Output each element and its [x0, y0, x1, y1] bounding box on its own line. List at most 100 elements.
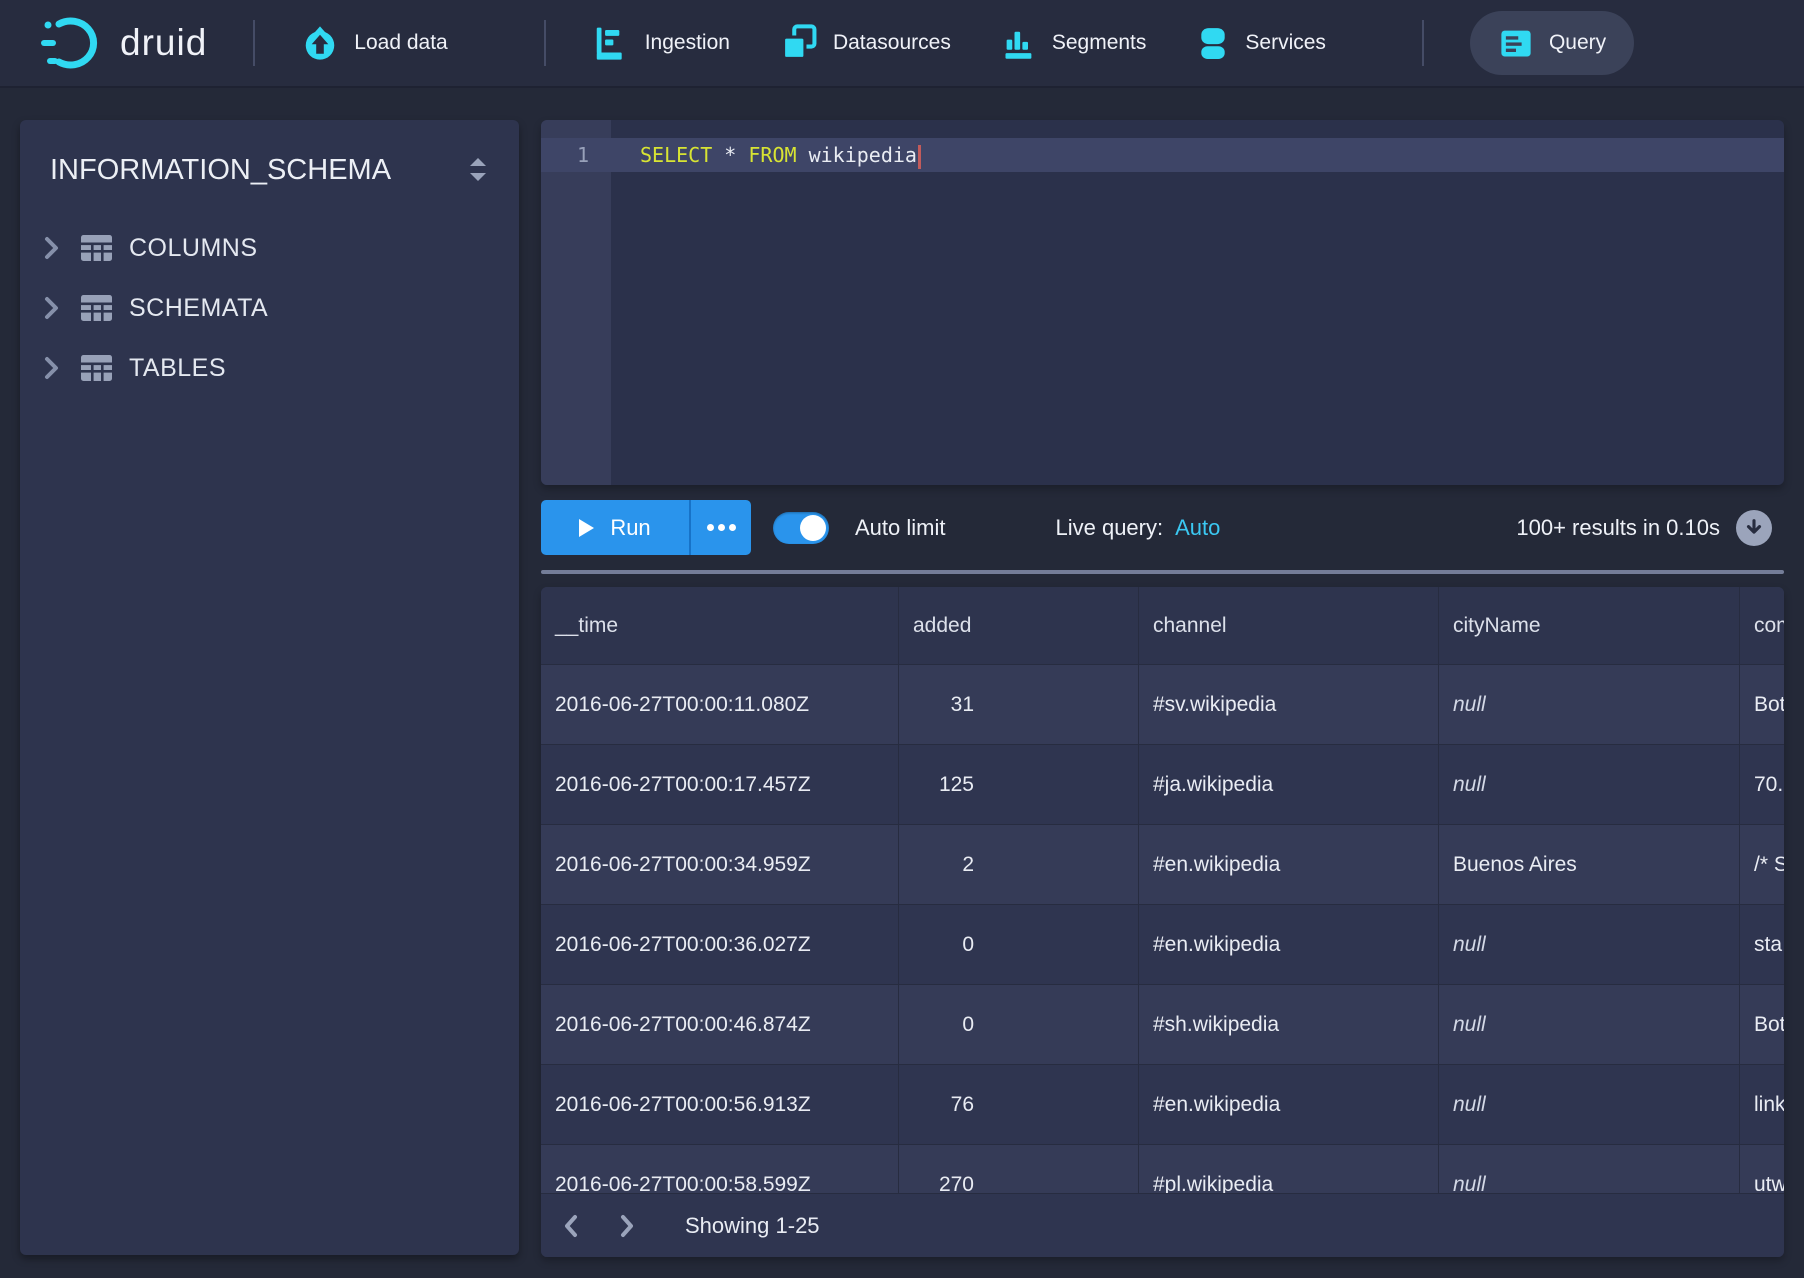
nav-item-datasources[interactable]: Datasources — [780, 24, 951, 62]
cell-cityname: null — [1439, 905, 1740, 984]
sql-star: * — [712, 143, 748, 167]
cell-time: 2016-06-27T00:00:17.457Z — [541, 745, 899, 824]
download-button[interactable] — [1736, 510, 1772, 546]
previous-page-button[interactable] — [561, 1212, 581, 1240]
cell-channel: #en.wikipedia — [1139, 1065, 1439, 1144]
table-body: 2016-06-27T00:00:11.080Z 31 #sv.wikipedi… — [541, 665, 1784, 1225]
sql-text[interactable]: SELECT * FROM wikipedia — [640, 138, 921, 172]
table-row: 2016-06-27T00:00:36.027Z 0 #en.wikipedia… — [541, 905, 1784, 985]
line-number: 1 — [541, 138, 611, 172]
chevron-right-icon — [617, 1212, 637, 1240]
schema-sidebar: INFORMATION_SCHEMA COLUMNS — [20, 120, 519, 1255]
nav-label: Query — [1549, 31, 1606, 55]
editor-gutter — [541, 120, 611, 485]
druid-logo[interactable]: druid — [40, 15, 207, 71]
live-query-value[interactable]: Auto — [1175, 515, 1220, 541]
table-row: 2016-06-27T00:00:11.080Z 31 #sv.wikipedi… — [541, 665, 1784, 745]
datasources-icon — [780, 24, 818, 62]
auto-limit-toggle[interactable] — [773, 512, 829, 544]
column-header-channel[interactable]: channel — [1139, 587, 1439, 664]
run-button-label: Run — [610, 515, 650, 541]
next-page-button[interactable] — [617, 1212, 637, 1240]
cell-time: 2016-06-27T00:00:56.913Z — [541, 1065, 899, 1144]
table-icon — [80, 353, 113, 383]
play-icon — [579, 519, 594, 537]
sql-keyword-from: FROM — [748, 143, 796, 167]
run-button[interactable]: Run — [541, 500, 689, 555]
nav-item-ingestion[interactable]: Ingestion — [592, 24, 730, 62]
chevron-left-icon — [561, 1212, 581, 1240]
tree-item-tables[interactable]: TABLES — [20, 338, 519, 398]
pagination-bar: Showing 1-25 — [541, 1193, 1784, 1257]
tree-item-label: COLUMNS — [129, 234, 258, 263]
auto-limit-label: Auto limit — [855, 515, 945, 541]
query-workbench: 1 SELECT * FROM wikipedia Run Auto limit… — [541, 120, 1784, 1257]
cell-comment: sta — [1740, 905, 1784, 984]
column-header-comment[interactable]: comment — [1740, 587, 1784, 664]
column-header-time[interactable]: __time — [541, 587, 899, 664]
cell-channel: #sh.wikipedia — [1139, 985, 1439, 1064]
tree-item-columns[interactable]: COLUMNS — [20, 218, 519, 278]
column-header-cityname[interactable]: cityName — [1439, 587, 1740, 664]
more-dots-icon — [729, 524, 736, 531]
nav-item-segments[interactable]: Segments — [1001, 25, 1147, 61]
logo-text: druid — [120, 22, 207, 64]
run-bar: Run Auto limit Live query: Auto 100+ res… — [541, 500, 1784, 555]
ingestion-icon — [592, 24, 630, 62]
table-row: 2016-06-27T00:00:56.913Z 76 #en.wikipedi… — [541, 1065, 1784, 1145]
table-header-row: __time added channel cityName comment — [541, 587, 1784, 665]
run-more-button[interactable] — [689, 500, 751, 555]
table-icon — [80, 233, 113, 263]
table-row: 2016-06-27T00:00:17.457Z 125 #ja.wikiped… — [541, 745, 1784, 825]
chevron-right-icon[interactable] — [43, 235, 60, 261]
live-query-label: Live query: — [1055, 515, 1163, 541]
cell-cityname: Buenos Aires — [1439, 825, 1740, 904]
cell-added: 76 — [899, 1065, 1139, 1144]
chevron-right-icon[interactable] — [43, 355, 60, 381]
cell-cityname: null — [1439, 745, 1740, 824]
tree-item-schemata[interactable]: SCHEMATA — [20, 278, 519, 338]
cell-comment: Bot — [1740, 985, 1784, 1064]
navbar-divider — [544, 20, 546, 66]
cell-channel: #ja.wikipedia — [1139, 745, 1439, 824]
load-data-icon — [301, 24, 339, 62]
cell-added: 2 — [899, 825, 1139, 904]
table-row: 2016-06-27T00:00:46.874Z 0 #sh.wikipedia… — [541, 985, 1784, 1065]
nav-label: Datasources — [833, 31, 951, 55]
segments-icon — [1001, 25, 1037, 61]
cell-added: 31 — [899, 665, 1139, 744]
cell-comment: link — [1740, 1065, 1784, 1144]
nav-item-services[interactable]: Services — [1196, 25, 1326, 61]
top-navbar: druid Load data Ingestion Datasources — [0, 0, 1804, 88]
pane-resize-handle[interactable] — [541, 570, 1784, 574]
sql-table-name: wikipedia — [797, 143, 917, 167]
sql-line-1: 1 SELECT * FROM wikipedia — [541, 138, 1784, 172]
table-icon — [80, 293, 113, 323]
nav-item-load-data[interactable]: Load data — [301, 24, 447, 62]
chevron-right-icon[interactable] — [43, 295, 60, 321]
cell-time: 2016-06-27T00:00:11.080Z — [541, 665, 899, 744]
showing-label: Showing 1-25 — [685, 1213, 820, 1239]
column-header-added[interactable]: added — [899, 587, 1139, 664]
text-cursor — [918, 145, 921, 169]
nav-label: Ingestion — [645, 31, 730, 55]
cell-time: 2016-06-27T00:00:36.027Z — [541, 905, 899, 984]
sql-keyword-select: SELECT — [640, 143, 712, 167]
sql-editor[interactable]: 1 SELECT * FROM wikipedia — [541, 120, 1784, 485]
cell-added: 0 — [899, 905, 1139, 984]
services-icon — [1196, 25, 1230, 61]
schema-selector[interactable]: INFORMATION_SCHEMA — [20, 142, 519, 198]
navbar-divider — [1422, 20, 1424, 66]
more-dots-icon — [707, 524, 714, 531]
tree-item-label: TABLES — [129, 354, 226, 383]
cell-comment: /* S — [1740, 825, 1784, 904]
cell-time: 2016-06-27T00:00:46.874Z — [541, 985, 899, 1064]
cell-cityname: null — [1439, 665, 1740, 744]
double-caret-vertical-icon — [465, 155, 491, 185]
cell-cityname: null — [1439, 985, 1740, 1064]
cell-added: 0 — [899, 985, 1139, 1064]
cell-channel: #en.wikipedia — [1139, 905, 1439, 984]
cell-cityname: null — [1439, 1065, 1740, 1144]
nav-item-query-active[interactable]: Query — [1470, 11, 1634, 75]
schema-selector-value: INFORMATION_SCHEMA — [50, 154, 391, 187]
